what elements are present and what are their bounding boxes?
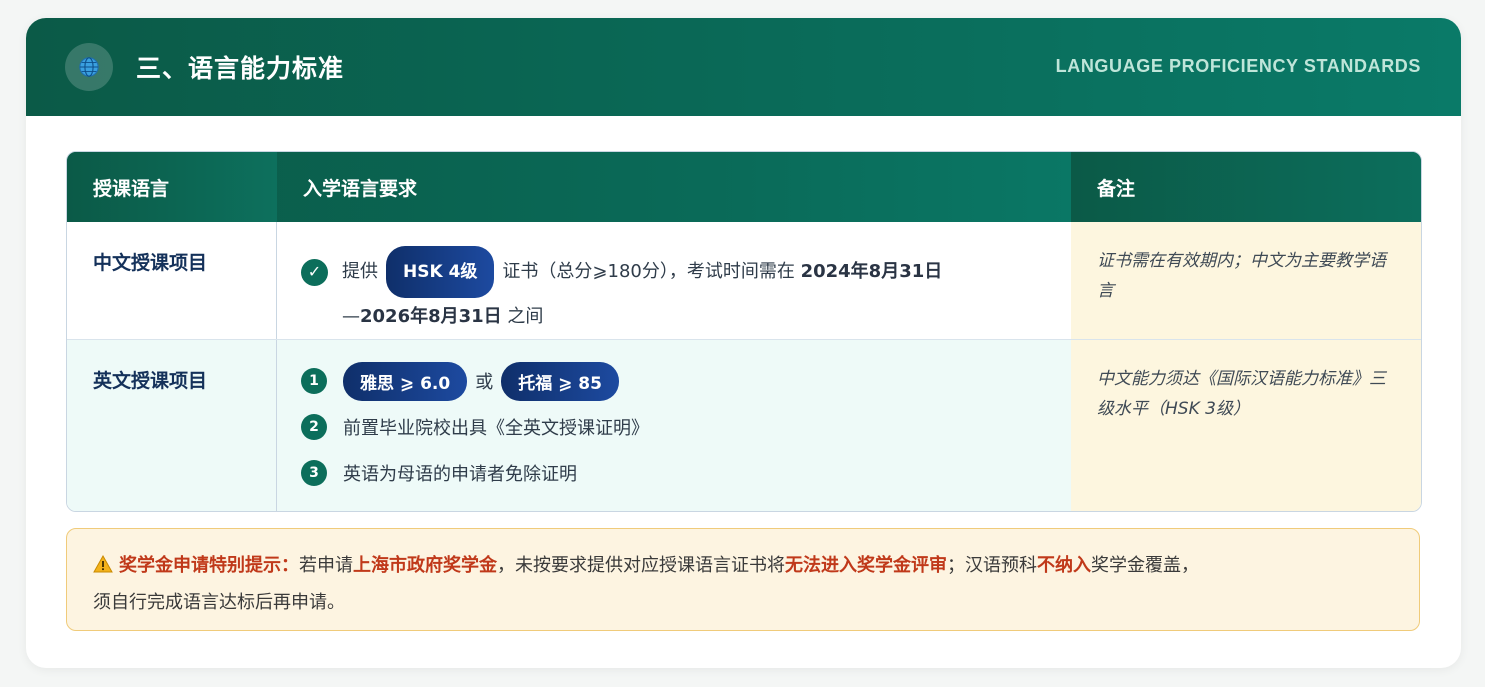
step-number: 3 [301, 460, 327, 486]
section-subtitle: LANGUAGE PROFICIENCY STANDARDS [1055, 56, 1421, 76]
check-icon: ✓ [301, 258, 328, 286]
column-header-language: 授课语言 [67, 152, 277, 222]
globe-icon [65, 43, 113, 91]
requirement-cell: 1 雅思 ⩾ 6.0 或 托福 ⩾ 85 2 前置毕业院校出具《全英文授课证明》… [277, 340, 1071, 511]
requirement-step: 3 英语为母语的申请者免除证明 [301, 450, 1071, 496]
column-header-notes: 备注 [1071, 152, 1421, 222]
section-header: 三、语言能力标准 LANGUAGE PROFICIENCY STANDARDS [26, 18, 1461, 116]
notice-text: ，未按要求提供对应授课语言证书将 [497, 555, 785, 576]
program-name: 英文授课项目 [67, 340, 277, 511]
step-text: 英语为母语的申请者免除证明 [343, 464, 577, 485]
program-name: 中文授课项目 [67, 222, 277, 339]
step-number: 1 [301, 368, 327, 394]
table-row: 英文授课项目 1 雅思 ⩾ 6.0 或 托福 ⩾ 85 2 前置毕业院校出具《全… [67, 340, 1421, 511]
req-text: 证书（总分⩾180分），考试时间需在 [502, 261, 795, 282]
toefl-badge: 托福 ⩾ 85 [501, 361, 619, 401]
req-text: 提供 [342, 261, 378, 282]
requirement-step: 2 前置毕业院校出具《全英文授课证明》 [301, 404, 1071, 450]
notice-highlight: 不纳入 [1037, 555, 1091, 576]
warning-icon [93, 550, 113, 585]
notice-highlight: 无法进入奖学金评审 [785, 555, 947, 576]
table-header: 授课语言 入学语言要求 备注 [67, 152, 1421, 222]
date-dash: — [342, 306, 360, 327]
or-text: 或 [475, 372, 494, 393]
notice-highlight: 上海市政府奖学金 [353, 555, 497, 576]
note-cell: 证书需在有效期内；中文为主要教学语言 [1071, 222, 1421, 339]
notice-text: 奖学金覆盖， [1091, 555, 1199, 576]
date-start: 2024年8月31日 [800, 261, 943, 282]
notice-text: ；汉语预科 [947, 555, 1037, 576]
column-header-requirements: 入学语言要求 [303, 177, 418, 200]
hsk-badge: HSK 4级 [386, 246, 495, 298]
requirement-step: 1 雅思 ⩾ 6.0 或 托福 ⩾ 85 [301, 358, 1071, 404]
step-number: 2 [301, 414, 327, 440]
requirement-cell: ✓ 提供 HSK 4级 证书（总分⩾180分），考试时间需在 2024年8月31日 —… [277, 222, 1071, 339]
ielts-badge: 雅思 ⩾ 6.0 [343, 361, 468, 401]
notice-text: 若申请 [299, 555, 353, 576]
notice-text: 须自行完成语言达标后再申请。 [93, 592, 345, 613]
note-cell: 中文能力须达《国际汉语能力标准》三级水平（HSK 3级） [1071, 340, 1421, 511]
step-text: 前置毕业院校出具《全英文授课证明》 [343, 418, 649, 439]
date-end: 2026年8月31日 [360, 306, 502, 327]
section-title: 三、语言能力标准 [136, 54, 345, 83]
scholarship-notice: 奖学金申请特别提示：若申请上海市政府奖学金，未按要求提供对应授课语言证书将无法进… [66, 528, 1420, 631]
language-requirements-table: 授课语言 入学语言要求 备注 中文授课项目 ✓ 提供 HSK 4级 证书（总分⩾180… [66, 151, 1422, 512]
notice-label: 奖学金申请特别提示： [119, 555, 299, 576]
table-row: 中文授课项目 ✓ 提供 HSK 4级 证书（总分⩾180分），考试时间需在 2024年… [67, 222, 1421, 340]
req-text: 之间 [507, 306, 544, 327]
